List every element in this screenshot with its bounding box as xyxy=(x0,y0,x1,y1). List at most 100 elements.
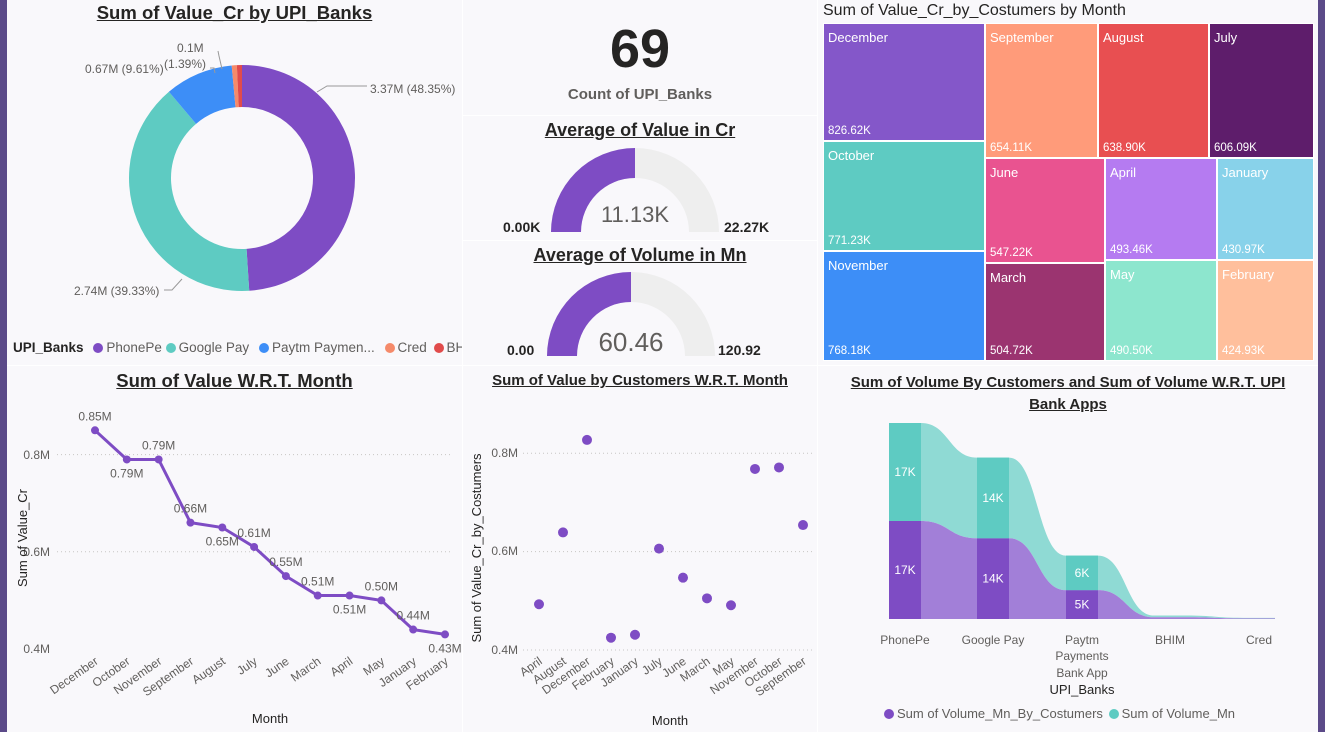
x-tick-label: April xyxy=(328,654,356,679)
treemap-cell-december[interactable]: December 826.62K xyxy=(823,23,985,141)
treemap-cell-value: 606.09K xyxy=(1214,142,1257,154)
scatter-panel[interactable]: Sum of Value by Customers W.R.T. Month 0… xyxy=(463,366,817,732)
donut-label-small-pct: (1.39%) xyxy=(164,57,206,71)
legend-item-volume[interactable]: Sum of Volume_Mn xyxy=(1107,706,1235,721)
data-label: 0.51M xyxy=(301,575,334,589)
scatter-point[interactable] xyxy=(654,543,664,554)
line-panel[interactable]: Sum of Value W.R.T. Month 0.8M 0.6M 0.4M… xyxy=(7,366,462,732)
data-point[interactable] xyxy=(313,591,322,600)
treemap-cell-value: 768.18K xyxy=(828,345,871,357)
treemap-cell-november[interactable]: November 768.18K xyxy=(823,251,985,361)
data-label: 0.85M xyxy=(78,409,111,423)
data-label: 5K xyxy=(1075,598,1090,612)
data-label: 0.61M xyxy=(237,526,270,540)
legend-item-paytm[interactable]: Paytm Paymen... xyxy=(253,340,375,355)
scatter-chart: 0.8M 0.6M 0.4M Sum of Value_Cr_by_Costum… xyxy=(469,434,813,728)
kpi-label: Count of UPI_Banks xyxy=(567,86,713,103)
treemap-cell-march[interactable]: March 504.72K xyxy=(985,263,1105,361)
legend-item-volume-customers[interactable]: Sum of Volume_Mn_By_Costumers xyxy=(884,706,1103,721)
data-label: 0.50M xyxy=(365,579,398,593)
x-tick-label: July xyxy=(234,654,260,678)
ribbon-panel[interactable]: Sum of Volume By Customers and Sum of Vo… xyxy=(818,366,1318,732)
treemap-cell-september[interactable]: September 654.11K xyxy=(985,23,1098,158)
treemap-cell-july[interactable]: July 606.09K xyxy=(1209,23,1314,158)
gauge-value-panel[interactable]: Average of Value in Cr 11.13K 0.00K 22.2… xyxy=(463,116,817,240)
legend-dot xyxy=(93,343,104,353)
legend-dot xyxy=(384,343,395,353)
data-point[interactable] xyxy=(186,518,195,527)
donut-panel[interactable]: Sum of Value_Cr by UPI_Banks 3.37M (48.3… xyxy=(7,0,462,365)
scatter-point[interactable] xyxy=(702,593,712,604)
treemap-cell-value: 547.22K xyxy=(990,247,1033,259)
gauge-max-label: 22.27K xyxy=(724,219,769,235)
treemap-cell-name: May xyxy=(1110,267,1135,282)
data-point[interactable] xyxy=(122,455,131,464)
treemap-cell-october[interactable]: October 771.23K xyxy=(823,141,985,251)
legend-label: Cred xyxy=(397,340,427,355)
x-tick-label: BHIM xyxy=(1155,633,1185,647)
kpi-card[interactable]: 69 Count of UPI_Banks xyxy=(463,0,817,115)
scatter-point[interactable] xyxy=(630,629,640,640)
donut-slice-phonepe[interactable] xyxy=(242,65,355,291)
data-point[interactable] xyxy=(91,426,99,435)
scatter-point[interactable] xyxy=(534,599,544,610)
legend-dot xyxy=(884,709,894,719)
legend-item-bhim[interactable]: BHIM xyxy=(431,340,462,355)
scatter-point[interactable] xyxy=(750,463,760,474)
scatter-point[interactable] xyxy=(678,572,688,583)
right-border xyxy=(1318,0,1325,732)
treemap-cell-june[interactable]: June 547.22K xyxy=(985,158,1105,263)
treemap-cell-value: 424.93K xyxy=(1222,345,1265,357)
data-point[interactable] xyxy=(441,630,449,639)
treemap-cell-name: April xyxy=(1110,165,1137,180)
legend-item-phonepe[interactable]: PhonePe xyxy=(87,340,162,355)
legend-label: Sum of Volume_Mn xyxy=(1121,706,1236,721)
data-point[interactable] xyxy=(218,523,227,532)
legend-label: PhonePe xyxy=(106,340,162,355)
scatter-point[interactable] xyxy=(774,462,784,473)
ribbon-legend: Sum of Volume_Mn_By_Costumers Sum of Vol… xyxy=(884,706,1235,721)
left-border xyxy=(0,0,7,732)
gauge-value-label: 11.13K xyxy=(601,202,669,227)
data-label: 0.66M xyxy=(174,502,207,516)
data-label: 17K xyxy=(894,563,915,577)
scatter-point[interactable] xyxy=(726,600,736,611)
donut-label-googlepay: 2.74M (39.33%) xyxy=(74,284,159,298)
legend-item-googlepay[interactable]: Google Pay xyxy=(165,340,249,355)
legend-item-cred[interactable]: Cred xyxy=(379,340,427,355)
scatter-point[interactable] xyxy=(558,527,568,538)
donut-slice-googlepay[interactable] xyxy=(128,91,250,291)
data-point[interactable] xyxy=(154,455,163,464)
treemap-cell-april[interactable]: April 493.46K xyxy=(1105,158,1217,260)
x-tick-label: March xyxy=(288,654,323,685)
y-tick-label: 0.8M xyxy=(23,448,50,462)
scatter-point[interactable] xyxy=(798,520,808,531)
treemap-cell-name: June xyxy=(990,165,1019,180)
gauge-volume-panel[interactable]: Average of Volume in Mn 60.46 0.00 120.9… xyxy=(463,241,817,365)
treemap-cell-january[interactable]: January 430.97K xyxy=(1217,158,1314,260)
data-point[interactable] xyxy=(377,596,386,605)
treemap-cell-value: 654.11K xyxy=(990,142,1032,154)
treemap-cell-february[interactable]: February 424.93K xyxy=(1217,260,1314,361)
data-point[interactable] xyxy=(345,591,354,600)
data-label: 14K xyxy=(982,491,1003,505)
donut-legend: UPI_Banks PhonePe Google Pay Paytm Payme… xyxy=(13,340,462,355)
data-label: 17K xyxy=(894,465,915,479)
data-label: 0.65M xyxy=(206,535,239,549)
scatter-point[interactable] xyxy=(606,632,616,643)
data-point[interactable] xyxy=(281,572,290,581)
data-label: 14K xyxy=(982,572,1003,586)
treemap-cell-value: 826.62K xyxy=(828,125,871,137)
treemap-panel[interactable]: Sum of Value_Cr_by_Costumers by Month De… xyxy=(818,0,1318,365)
treemap-cell-value: 430.97K xyxy=(1222,244,1265,256)
x-tick-label: Google Pay xyxy=(962,633,1025,647)
data-label: 6K xyxy=(1075,566,1090,580)
data-point[interactable] xyxy=(409,625,418,634)
data-point[interactable] xyxy=(250,542,259,551)
treemap-cell-may[interactable]: May 490.50K xyxy=(1105,260,1217,361)
gauge-min-label: 0.00K xyxy=(503,219,540,235)
treemap-cell-august[interactable]: August 638.90K xyxy=(1098,23,1209,158)
scatter-point[interactable] xyxy=(582,434,592,445)
treemap-cell-name: December xyxy=(828,30,888,45)
donut-legend-title: UPI_Banks xyxy=(13,340,84,355)
